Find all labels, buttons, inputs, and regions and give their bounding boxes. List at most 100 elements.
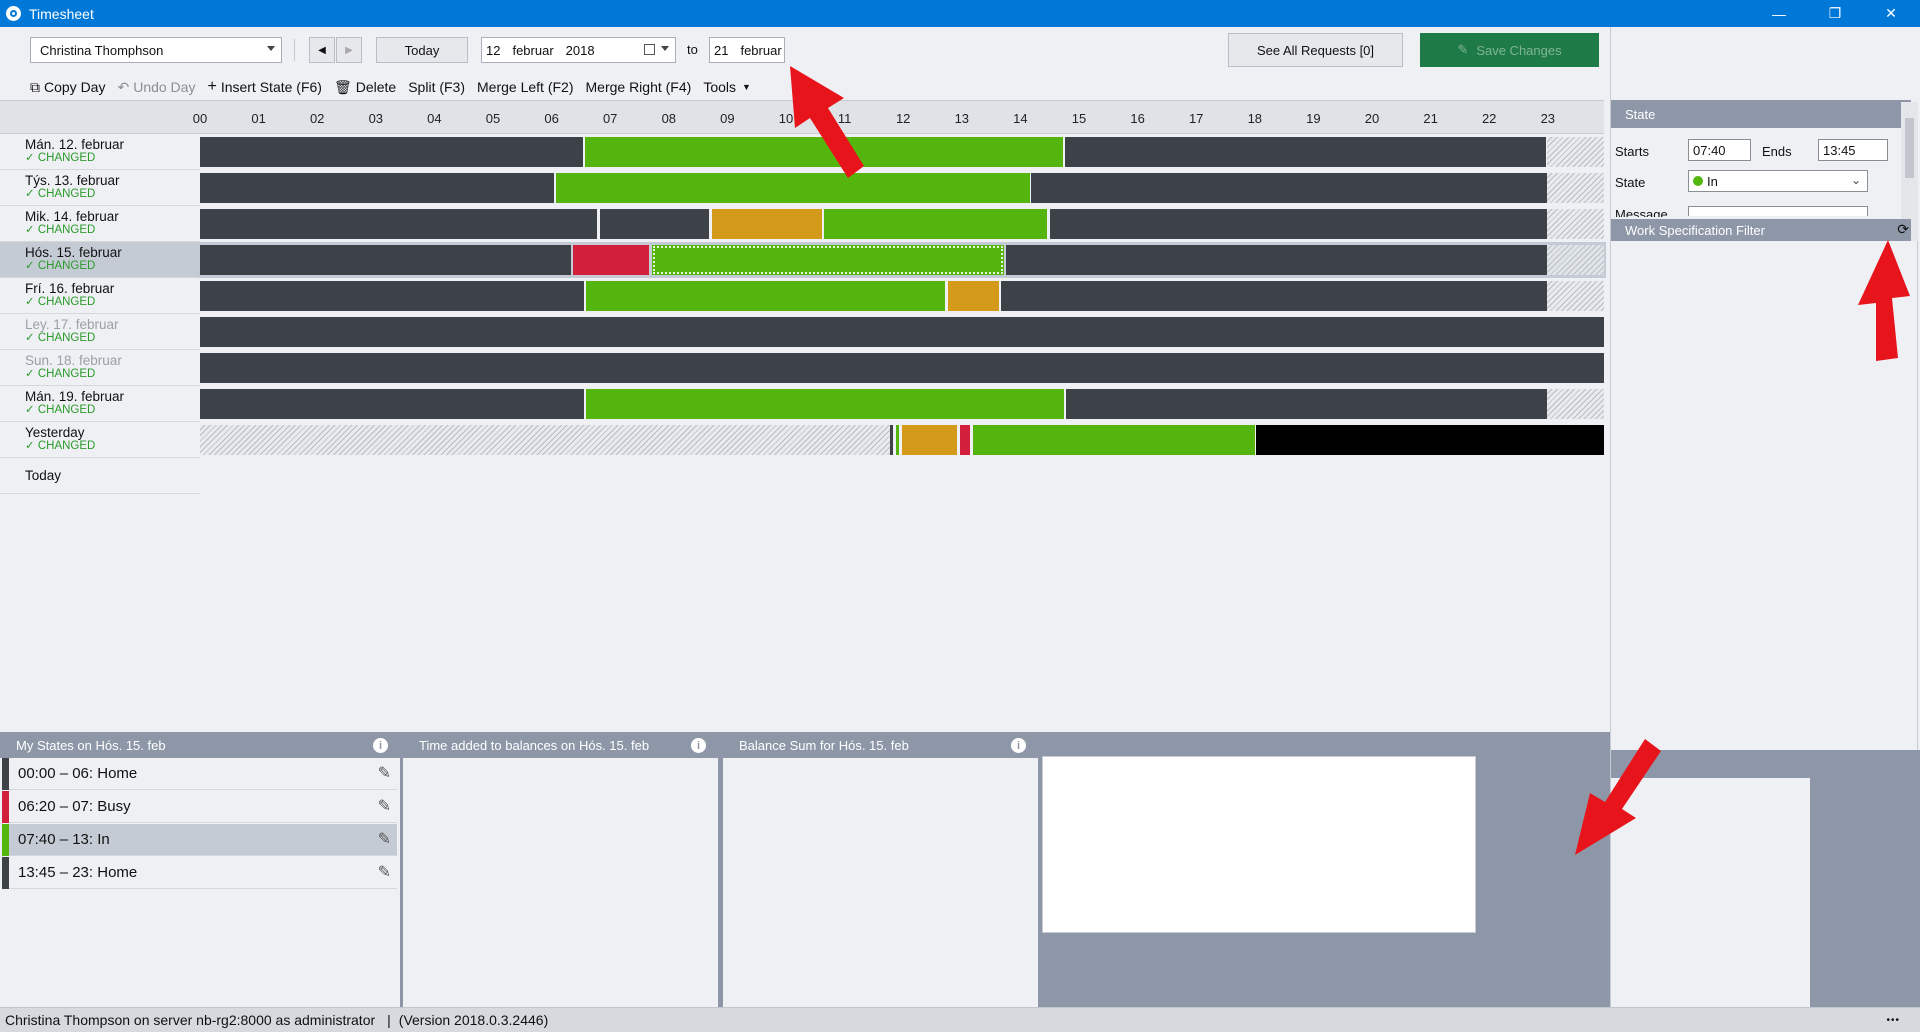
state-segment-in[interactable] bbox=[973, 425, 1255, 455]
next-day-button[interactable]: ▶ bbox=[336, 37, 362, 63]
state-segment-in[interactable] bbox=[896, 425, 899, 455]
state-list-item[interactable]: 13:45 – 23: Home ✎ bbox=[2, 857, 397, 889]
prev-day-button[interactable]: ◀ bbox=[309, 37, 335, 63]
state-list-item[interactable]: 07:40 – 13: In ✎ bbox=[2, 824, 397, 856]
state-select[interactable]: In ⌄ bbox=[1688, 170, 1868, 192]
state-list-item[interactable]: 00:00 – 06: Home ✎ bbox=[2, 758, 397, 790]
state-segment-busy[interactable] bbox=[573, 245, 649, 275]
state-segment-in[interactable] bbox=[586, 389, 1064, 419]
undo-day-button[interactable]: ↶ Undo Day bbox=[117, 79, 195, 96]
day-label-cell[interactable]: Hós. 15. februar ✓ CHANGED bbox=[0, 242, 200, 278]
state-segment-home[interactable] bbox=[200, 281, 584, 311]
state-segment-home[interactable] bbox=[1006, 245, 1547, 275]
state-segment-home[interactable] bbox=[1031, 173, 1547, 203]
day-status: ✓ CHANGED bbox=[25, 224, 96, 236]
day-track[interactable] bbox=[200, 137, 1604, 167]
state-segment-home[interactable] bbox=[200, 209, 597, 239]
minimize-button[interactable]: — bbox=[1756, 0, 1802, 27]
state-segment-home[interactable] bbox=[890, 425, 893, 455]
pencil-icon[interactable]: ✎ bbox=[378, 796, 391, 816]
day-row[interactable]: Frí. 16. februar ✓ CHANGED bbox=[0, 278, 1604, 314]
day-row[interactable]: Today bbox=[0, 458, 1604, 494]
state-segment-hatch[interactable] bbox=[1547, 173, 1604, 203]
day-track[interactable] bbox=[200, 281, 1604, 311]
day-row[interactable]: Mán. 19. februar ✓ CHANGED bbox=[0, 386, 1604, 422]
state-segment-hatch[interactable] bbox=[200, 425, 890, 455]
state-segment-break[interactable] bbox=[902, 425, 957, 455]
day-label-cell[interactable]: Yesterday ✓ CHANGED bbox=[0, 422, 200, 458]
state-segment-busy[interactable] bbox=[960, 425, 970, 455]
state-segment-in[interactable] bbox=[824, 209, 1047, 239]
day-row[interactable]: Hós. 15. februar ✓ CHANGED bbox=[0, 242, 1606, 278]
state-segment-hatch[interactable] bbox=[1547, 245, 1604, 275]
save-changes-button[interactable]: ✎ Save Changes bbox=[1420, 33, 1599, 67]
state-segment-home[interactable] bbox=[1065, 137, 1546, 167]
state-segment-hatch[interactable] bbox=[1547, 281, 1604, 311]
day-track[interactable] bbox=[200, 173, 1604, 203]
scrollbar-thumb[interactable] bbox=[1905, 118, 1914, 178]
tools-menu[interactable]: Tools ▼ bbox=[703, 79, 751, 95]
state-segment-home[interactable] bbox=[1066, 389, 1547, 419]
state-segment-break[interactable] bbox=[948, 281, 999, 311]
state-segment-home[interactable] bbox=[600, 209, 709, 239]
day-label-cell[interactable]: Týs. 13. februar ✓ CHANGED bbox=[0, 170, 200, 206]
day-row[interactable]: Sun. 18. februar ✓ CHANGED bbox=[0, 350, 1604, 386]
info-icon[interactable]: i bbox=[691, 738, 706, 753]
info-icon[interactable]: i bbox=[1011, 738, 1026, 753]
ends-input[interactable]: 13:45 bbox=[1818, 139, 1888, 161]
pencil-icon[interactable]: ✎ bbox=[378, 763, 391, 783]
merge-left-button[interactable]: Merge Left (F2) bbox=[477, 79, 573, 95]
state-segment-home[interactable] bbox=[1050, 209, 1547, 239]
state-segment-home[interactable] bbox=[200, 389, 584, 419]
split-button[interactable]: Split (F3) bbox=[408, 79, 465, 95]
info-icon[interactable]: i bbox=[373, 738, 388, 753]
day-row[interactable]: Ley. 17. februar ✓ CHANGED bbox=[0, 314, 1604, 350]
day-track[interactable] bbox=[200, 389, 1604, 419]
state-segment-home[interactable] bbox=[200, 245, 571, 275]
date-to-picker[interactable]: 21 februar bbox=[709, 37, 785, 63]
day-label-cell[interactable]: Frí. 16. februar ✓ CHANGED bbox=[0, 278, 200, 314]
restore-button[interactable]: ❐ bbox=[1812, 0, 1858, 27]
state-segment-home[interactable] bbox=[200, 173, 554, 203]
state-segment-hatch[interactable] bbox=[1547, 389, 1604, 419]
delete-button[interactable]: 🗑 Delete bbox=[334, 79, 396, 96]
day-label-cell[interactable]: Mik. 14. februar ✓ CHANGED bbox=[0, 206, 200, 242]
state-segment-home[interactable] bbox=[200, 137, 583, 167]
starts-input[interactable]: 07:40 bbox=[1688, 139, 1751, 161]
pencil-icon[interactable]: ✎ bbox=[378, 829, 391, 849]
more-icon[interactable]: ••• bbox=[1886, 1015, 1900, 1026]
state-list-item[interactable]: 06:20 – 07: Busy ✎ bbox=[2, 791, 397, 823]
day-label-cell[interactable]: Sun. 18. februar ✓ CHANGED bbox=[0, 350, 200, 386]
copy-day-button[interactable]: ⧉ Copy Day bbox=[30, 79, 105, 96]
day-label-cell[interactable]: Mán. 12. februar ✓ CHANGED bbox=[0, 134, 200, 170]
message-input[interactable] bbox=[1688, 206, 1868, 216]
day-track[interactable] bbox=[200, 425, 1604, 455]
state-segment-home[interactable] bbox=[1001, 281, 1547, 311]
day-row[interactable]: Yesterday ✓ CHANGED bbox=[0, 422, 1604, 458]
employee-select[interactable]: Christina Thomphson bbox=[30, 37, 282, 63]
today-button[interactable]: Today bbox=[376, 37, 468, 63]
state-segment-home[interactable] bbox=[200, 317, 1604, 347]
pencil-icon[interactable]: ✎ bbox=[378, 862, 391, 882]
insert-state-button[interactable]: + Insert State (F6) bbox=[207, 78, 322, 96]
state-segment-home[interactable] bbox=[200, 353, 1604, 383]
day-label-cell[interactable]: Mán. 19. februar ✓ CHANGED bbox=[0, 386, 200, 422]
state-segment-break[interactable] bbox=[712, 209, 822, 239]
day-track[interactable] bbox=[198, 242, 1606, 278]
see-all-requests-button[interactable]: See All Requests [0] bbox=[1228, 33, 1403, 67]
merge-right-button[interactable]: Merge Right (F4) bbox=[586, 79, 692, 95]
state-segment-hatch[interactable] bbox=[1547, 209, 1604, 239]
day-row[interactable]: Mik. 14. februar ✓ CHANGED bbox=[0, 206, 1604, 242]
day-track[interactable] bbox=[200, 209, 1604, 239]
state-segment-in[interactable] bbox=[586, 281, 945, 311]
state-segment-hatch[interactable] bbox=[1547, 137, 1604, 167]
close-button[interactable]: ✕ bbox=[1868, 0, 1914, 27]
day-track[interactable] bbox=[200, 317, 1604, 347]
state-segment-away[interactable] bbox=[1256, 425, 1604, 455]
day-track[interactable] bbox=[200, 461, 1604, 491]
day-label-cell[interactable]: Today bbox=[0, 458, 200, 494]
day-label-cell[interactable]: Ley. 17. februar ✓ CHANGED bbox=[0, 314, 200, 350]
date-from-picker[interactable]: 12 februar 2018 bbox=[481, 37, 676, 63]
state-segment-in[interactable] bbox=[652, 245, 1004, 275]
day-track[interactable] bbox=[200, 353, 1604, 383]
